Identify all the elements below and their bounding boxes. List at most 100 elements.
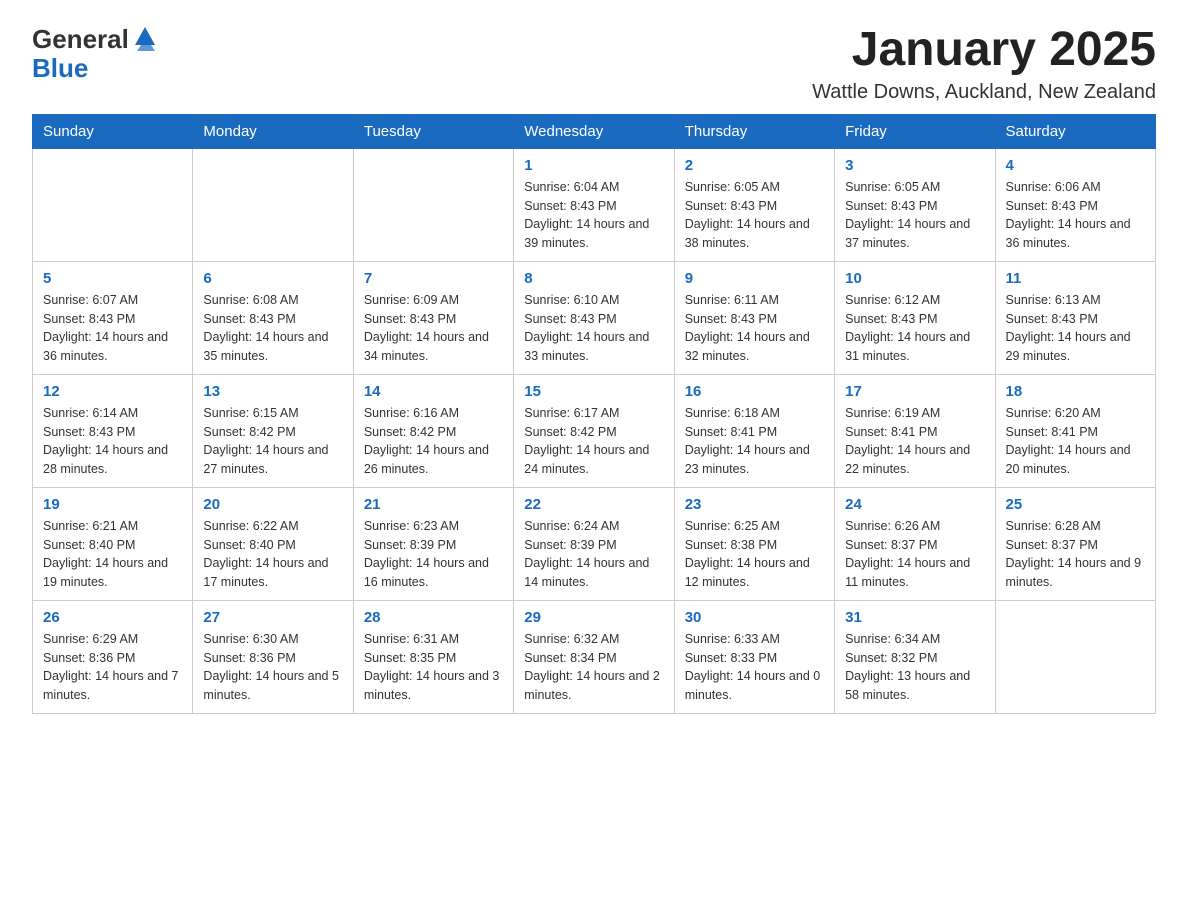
- day-info: Sunrise: 6:10 AMSunset: 8:43 PMDaylight:…: [524, 291, 663, 366]
- calendar-cell: [193, 148, 353, 261]
- day-info: Sunrise: 6:17 AMSunset: 8:42 PMDaylight:…: [524, 404, 663, 479]
- day-info: Sunrise: 6:09 AMSunset: 8:43 PMDaylight:…: [364, 291, 503, 366]
- day-info: Sunrise: 6:33 AMSunset: 8:33 PMDaylight:…: [685, 630, 824, 705]
- day-info: Sunrise: 6:34 AMSunset: 8:32 PMDaylight:…: [845, 630, 984, 705]
- day-info: Sunrise: 6:28 AMSunset: 8:37 PMDaylight:…: [1006, 517, 1145, 592]
- weekday-header-sunday: Sunday: [33, 114, 193, 148]
- calendar-cell: 7 Sunrise: 6:09 AMSunset: 8:43 PMDaylight…: [353, 261, 513, 374]
- day-info: Sunrise: 6:21 AMSunset: 8:40 PMDaylight:…: [43, 517, 182, 592]
- calendar-cell: 25 Sunrise: 6:28 AMSunset: 8:37 PMDayligh…: [995, 487, 1155, 600]
- calendar-cell: 17 Sunrise: 6:19 AMSunset: 8:41 PMDayligh…: [835, 374, 995, 487]
- day-info: Sunrise: 6:04 AMSunset: 8:43 PMDaylight:…: [524, 178, 663, 253]
- day-number: 19: [43, 496, 182, 513]
- day-info: Sunrise: 6:11 AMSunset: 8:43 PMDaylight:…: [685, 291, 824, 366]
- page-header: General Blue January 2025 Wattle Downs, …: [32, 24, 1156, 104]
- day-number: 10: [845, 270, 984, 287]
- calendar-cell: 22 Sunrise: 6:24 AMSunset: 8:39 PMDayligh…: [514, 487, 674, 600]
- calendar-cell: 4 Sunrise: 6:06 AMSunset: 8:43 PMDaylight…: [995, 148, 1155, 261]
- day-number: 28: [364, 609, 503, 626]
- day-number: 17: [845, 383, 984, 400]
- day-info: Sunrise: 6:16 AMSunset: 8:42 PMDaylight:…: [364, 404, 503, 479]
- location: Wattle Downs, Auckland, New Zealand: [812, 81, 1156, 104]
- calendar-cell: 1 Sunrise: 6:04 AMSunset: 8:43 PMDaylight…: [514, 148, 674, 261]
- calendar-cell: [353, 148, 513, 261]
- logo-blue-text: Blue: [32, 55, 88, 81]
- day-info: Sunrise: 6:32 AMSunset: 8:34 PMDaylight:…: [524, 630, 663, 705]
- day-number: 11: [1006, 270, 1145, 287]
- calendar-cell: 30 Sunrise: 6:33 AMSunset: 8:33 PMDayligh…: [674, 600, 834, 713]
- calendar-cell: 11 Sunrise: 6:13 AMSunset: 8:43 PMDayligh…: [995, 261, 1155, 374]
- day-info: Sunrise: 6:14 AMSunset: 8:43 PMDaylight:…: [43, 404, 182, 479]
- calendar-week-row: 12 Sunrise: 6:14 AMSunset: 8:43 PMDayligh…: [33, 374, 1156, 487]
- calendar-cell: 27Sunrise: 6:30 AMSunset: 8:36 PMDayligh…: [193, 600, 353, 713]
- day-number: 8: [524, 270, 663, 287]
- calendar-cell: 6 Sunrise: 6:08 AMSunset: 8:43 PMDaylight…: [193, 261, 353, 374]
- weekday-header-monday: Monday: [193, 114, 353, 148]
- calendar-week-row: 5Sunrise: 6:07 AMSunset: 8:43 PMDaylight…: [33, 261, 1156, 374]
- day-info: Sunrise: 6:18 AMSunset: 8:41 PMDaylight:…: [685, 404, 824, 479]
- calendar-cell: 28 Sunrise: 6:31 AMSunset: 8:35 PMDayligh…: [353, 600, 513, 713]
- title-block: January 2025 Wattle Downs, Auckland, New…: [812, 24, 1156, 104]
- calendar-cell: 29 Sunrise: 6:32 AMSunset: 8:34 PMDayligh…: [514, 600, 674, 713]
- calendar-week-row: 19 Sunrise: 6:21 AMSunset: 8:40 PMDayligh…: [33, 487, 1156, 600]
- calendar-cell: 15Sunrise: 6:17 AMSunset: 8:42 PMDayligh…: [514, 374, 674, 487]
- calendar-cell: 13 Sunrise: 6:15 AMSunset: 8:42 PMDayligh…: [193, 374, 353, 487]
- day-number: 31: [845, 609, 984, 626]
- day-number: 13: [203, 383, 342, 400]
- logo-general-text: General: [32, 24, 129, 55]
- calendar-cell: 14Sunrise: 6:16 AMSunset: 8:42 PMDayligh…: [353, 374, 513, 487]
- day-info: Sunrise: 6:20 AMSunset: 8:41 PMDaylight:…: [1006, 404, 1145, 479]
- calendar-cell: 3 Sunrise: 6:05 AMSunset: 8:43 PMDaylight…: [835, 148, 995, 261]
- day-number: 22: [524, 496, 663, 513]
- day-number: 25: [1006, 496, 1145, 513]
- day-info: Sunrise: 6:13 AMSunset: 8:43 PMDaylight:…: [1006, 291, 1145, 366]
- day-number: 16: [685, 383, 824, 400]
- day-info: Sunrise: 6:23 AMSunset: 8:39 PMDaylight:…: [364, 517, 503, 592]
- day-number: 21: [364, 496, 503, 513]
- day-info: Sunrise: 6:12 AMSunset: 8:43 PMDaylight:…: [845, 291, 984, 366]
- day-number: 20: [203, 496, 342, 513]
- calendar-cell: 2Sunrise: 6:05 AMSunset: 8:43 PMDaylight…: [674, 148, 834, 261]
- calendar-cell: 5Sunrise: 6:07 AMSunset: 8:43 PMDaylight…: [33, 261, 193, 374]
- calendar-cell: [33, 148, 193, 261]
- calendar-cell: [995, 600, 1155, 713]
- day-number: 5: [43, 270, 182, 287]
- day-number: 7: [364, 270, 503, 287]
- day-info: Sunrise: 6:24 AMSunset: 8:39 PMDaylight:…: [524, 517, 663, 592]
- calendar-table: SundayMondayTuesdayWednesdayThursdayFrid…: [32, 114, 1156, 714]
- calendar-cell: 26Sunrise: 6:29 AMSunset: 8:36 PMDayligh…: [33, 600, 193, 713]
- day-number: 12: [43, 383, 182, 400]
- calendar-cell: 24Sunrise: 6:26 AMSunset: 8:37 PMDayligh…: [835, 487, 995, 600]
- weekday-header-thursday: Thursday: [674, 114, 834, 148]
- calendar-cell: 18Sunrise: 6:20 AMSunset: 8:41 PMDayligh…: [995, 374, 1155, 487]
- day-number: 27: [203, 609, 342, 626]
- day-info: Sunrise: 6:05 AMSunset: 8:43 PMDaylight:…: [685, 178, 824, 253]
- calendar-week-row: 26Sunrise: 6:29 AMSunset: 8:36 PMDayligh…: [33, 600, 1156, 713]
- calendar-cell: 23Sunrise: 6:25 AMSunset: 8:38 PMDayligh…: [674, 487, 834, 600]
- day-info: Sunrise: 6:31 AMSunset: 8:35 PMDaylight:…: [364, 630, 503, 705]
- calendar-cell: 20Sunrise: 6:22 AMSunset: 8:40 PMDayligh…: [193, 487, 353, 600]
- day-number: 30: [685, 609, 824, 626]
- day-number: 6: [203, 270, 342, 287]
- day-info: Sunrise: 6:25 AMSunset: 8:38 PMDaylight:…: [685, 517, 824, 592]
- day-number: 3: [845, 157, 984, 174]
- day-info: Sunrise: 6:29 AMSunset: 8:36 PMDaylight:…: [43, 630, 182, 705]
- calendar-cell: 9 Sunrise: 6:11 AMSunset: 8:43 PMDaylight…: [674, 261, 834, 374]
- day-info: Sunrise: 6:19 AMSunset: 8:41 PMDaylight:…: [845, 404, 984, 479]
- day-number: 1: [524, 157, 663, 174]
- calendar-cell: 8 Sunrise: 6:10 AMSunset: 8:43 PMDaylight…: [514, 261, 674, 374]
- weekday-header-tuesday: Tuesday: [353, 114, 513, 148]
- day-info: Sunrise: 6:15 AMSunset: 8:42 PMDaylight:…: [203, 404, 342, 479]
- day-info: Sunrise: 6:08 AMSunset: 8:43 PMDaylight:…: [203, 291, 342, 366]
- day-number: 9: [685, 270, 824, 287]
- calendar-cell: 31 Sunrise: 6:34 AMSunset: 8:32 PMDayligh…: [835, 600, 995, 713]
- calendar-cell: 21 Sunrise: 6:23 AMSunset: 8:39 PMDayligh…: [353, 487, 513, 600]
- month-title: January 2025: [812, 24, 1156, 77]
- day-number: 4: [1006, 157, 1145, 174]
- day-number: 29: [524, 609, 663, 626]
- calendar-cell: 10 Sunrise: 6:12 AMSunset: 8:43 PMDayligh…: [835, 261, 995, 374]
- day-info: Sunrise: 6:06 AMSunset: 8:43 PMDaylight:…: [1006, 178, 1145, 253]
- calendar-header-row: SundayMondayTuesdayWednesdayThursdayFrid…: [33, 114, 1156, 148]
- day-info: Sunrise: 6:05 AMSunset: 8:43 PMDaylight:…: [845, 178, 984, 253]
- logo: General Blue: [32, 24, 159, 81]
